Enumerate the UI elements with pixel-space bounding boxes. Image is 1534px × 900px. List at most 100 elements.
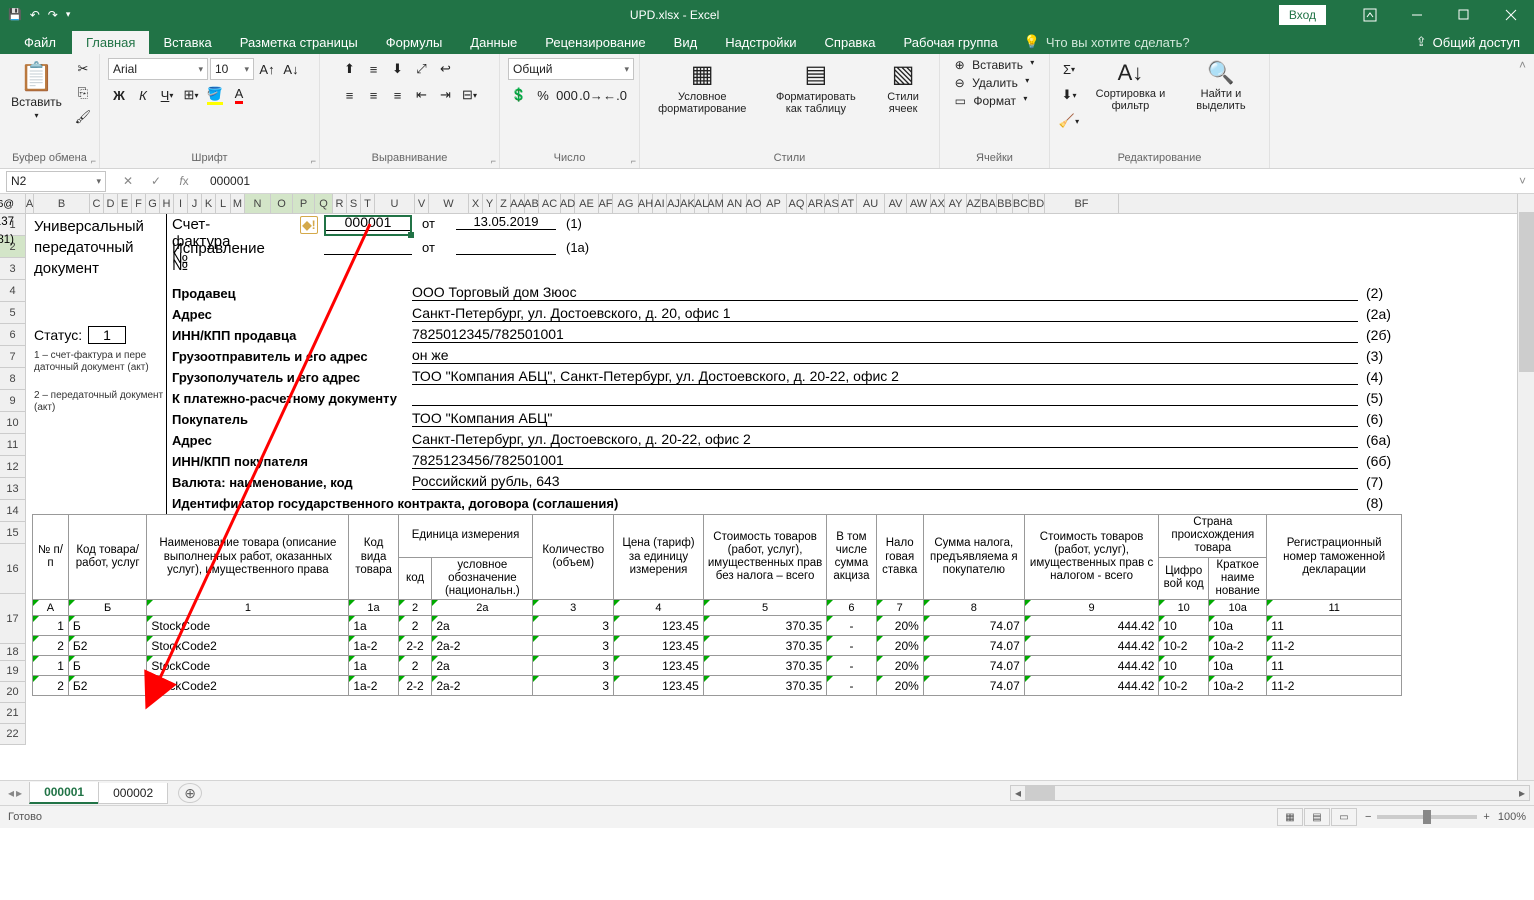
col-header-AY[interactable]: AY xyxy=(945,194,967,213)
close-button[interactable] xyxy=(1488,0,1534,29)
col-header-J[interactable]: J xyxy=(188,194,202,213)
col-header-K[interactable]: K xyxy=(202,194,216,213)
align-middle-button[interactable]: ≡ xyxy=(363,58,385,80)
col-header-D[interactable]: D xyxy=(104,194,118,213)
table-cell[interactable]: 2а-2 xyxy=(432,636,533,656)
table-cell[interactable]: 3 xyxy=(533,676,614,696)
align-left-button[interactable]: ≡ xyxy=(339,84,361,106)
table-cell[interactable]: 1 xyxy=(33,616,69,636)
view-page-break-button[interactable]: ▭ xyxy=(1331,808,1357,826)
row-header-18[interactable]: 18 xyxy=(0,644,26,661)
table-cell[interactable]: 2 xyxy=(33,636,69,656)
tab-view[interactable]: Вид xyxy=(660,31,712,54)
table-cell[interactable]: 2-2 xyxy=(398,676,432,696)
comma-button[interactable]: 000 xyxy=(556,84,578,106)
paste-button[interactable]: 📋 Вставить ▾ xyxy=(5,58,68,122)
redo-icon[interactable]: ↷ xyxy=(48,8,58,22)
col-header-AD[interactable]: AD xyxy=(561,194,575,213)
view-normal-button[interactable]: ▦ xyxy=(1277,808,1303,826)
inc-decimal-button[interactable]: .0→ xyxy=(580,84,602,106)
table-cell[interactable]: 74.07 xyxy=(923,676,1024,696)
table-cell[interactable]: 10а xyxy=(1208,656,1266,676)
table-cell[interactable]: 123.45 xyxy=(614,676,704,696)
cond-format-button[interactable]: ▦Условное форматирование xyxy=(648,58,757,117)
col-header-Q[interactable]: Q xyxy=(315,194,333,213)
table-cell[interactable]: 370.35 xyxy=(703,656,826,676)
table-cell[interactable]: 3 xyxy=(533,656,614,676)
tab-addins[interactable]: Надстройки xyxy=(711,31,810,54)
collapse-ribbon-button[interactable]: ˄ xyxy=(1511,54,1534,168)
copy-button[interactable]: ⎘ xyxy=(72,82,94,104)
row-header-13[interactable]: 13 xyxy=(0,478,26,500)
col-header-AS[interactable]: AS xyxy=(825,194,839,213)
row-header-15[interactable]: 15 xyxy=(0,522,26,544)
table-cell[interactable]: 10-2 xyxy=(1159,636,1209,656)
table-cell[interactable]: 10-2 xyxy=(1159,676,1209,696)
col-header-C[interactable]: C xyxy=(90,194,104,213)
col-header-E[interactable]: E xyxy=(118,194,132,213)
table-cell[interactable]: StockCode2 xyxy=(147,676,349,696)
dec-decimal-button[interactable]: ←.0 xyxy=(604,84,626,106)
table-cell[interactable]: - xyxy=(827,676,876,696)
table-cell[interactable]: 123.45 xyxy=(614,636,704,656)
minimize-button[interactable] xyxy=(1394,0,1440,29)
table-cell[interactable]: 444.42 xyxy=(1024,676,1159,696)
row-header-4[interactable]: 4 xyxy=(0,280,26,302)
table-cell[interactable]: 1а-2 xyxy=(349,676,398,696)
col-header-AW[interactable]: AW xyxy=(907,194,931,213)
table-cell[interactable]: 74.07 xyxy=(923,616,1024,636)
fill-color-button[interactable]: 🪣 xyxy=(204,84,226,106)
font-name-combo[interactable]: Arial▾ xyxy=(108,58,208,80)
col-header-BF[interactable]: BF xyxy=(1045,194,1119,213)
table-cell[interactable]: - xyxy=(827,656,876,676)
tab-data[interactable]: Данные xyxy=(456,31,531,54)
row-header-3[interactable]: 3 xyxy=(0,258,26,280)
tab-layout[interactable]: Разметка страницы xyxy=(226,31,372,54)
table-cell[interactable]: 20% xyxy=(876,676,923,696)
col-header-AE[interactable]: AE xyxy=(575,194,599,213)
table-cell[interactable]: 11-2 xyxy=(1267,676,1402,696)
row-header-16[interactable]: 16 xyxy=(0,544,26,594)
table-cell[interactable]: Б2 xyxy=(68,676,147,696)
insert-cells-button[interactable]: ⊕ Вставить ▾ xyxy=(955,58,1035,72)
col-header-O[interactable]: O xyxy=(271,194,293,213)
col-header-P[interactable]: P xyxy=(293,194,315,213)
table-cell[interactable]: 20% xyxy=(876,616,923,636)
zoom-in-button[interactable]: + xyxy=(1483,811,1489,823)
table-cell[interactable]: 444.42 xyxy=(1024,656,1159,676)
table-cell[interactable]: 10а xyxy=(1208,616,1266,636)
formula-input[interactable]: 000001 xyxy=(202,174,1511,188)
col-header-X[interactable]: X xyxy=(469,194,483,213)
row-header-21[interactable]: 21 xyxy=(0,703,26,724)
find-select-button[interactable]: 🔍Найти и выделить xyxy=(1181,58,1261,114)
maximize-button[interactable] xyxy=(1441,0,1487,29)
col-header-AK[interactable]: AK xyxy=(681,194,695,213)
table-cell[interactable]: 370.35 xyxy=(703,676,826,696)
col-header-B[interactable]: B xyxy=(34,194,90,213)
table-cell[interactable]: 10 xyxy=(1159,656,1209,676)
tab-home[interactable]: Главная xyxy=(72,31,149,54)
table-cell[interactable]: 123.45 xyxy=(614,656,704,676)
clipboard-launcher-icon[interactable]: ⌐ xyxy=(91,156,96,166)
format-painter-button[interactable]: 🖌 xyxy=(72,106,94,128)
accounting-button[interactable]: 💲 xyxy=(508,84,530,106)
zoom-out-button[interactable]: − xyxy=(1365,811,1371,823)
shrink-font-button[interactable]: A↓ xyxy=(280,58,302,80)
merge-button[interactable]: ⊟▾ xyxy=(459,84,481,106)
indent-dec-button[interactable]: ⇤ xyxy=(411,84,433,106)
col-header-AC[interactable]: AC xyxy=(539,194,561,213)
col-header-BB[interactable]: BB xyxy=(997,194,1013,213)
sheet-nav-prev-icon[interactable]: ◂ xyxy=(8,786,14,800)
font-color-button[interactable]: A xyxy=(228,84,250,106)
table-cell[interactable]: 1а xyxy=(349,616,398,636)
table-cell[interactable]: 1а-2 xyxy=(349,636,398,656)
row-header-14[interactable]: 14 xyxy=(0,500,26,522)
table-cell[interactable]: 10а-2 xyxy=(1208,676,1266,696)
col-header-AG[interactable]: AG xyxy=(613,194,639,213)
italic-button[interactable]: К xyxy=(132,84,154,106)
col-header-AR[interactable]: AR xyxy=(807,194,825,213)
col-header-U[interactable]: U xyxy=(375,194,415,213)
col-header-BA[interactable]: BA xyxy=(981,194,997,213)
table-cell[interactable]: 3 xyxy=(533,616,614,636)
grow-font-button[interactable]: A↑ xyxy=(256,58,278,80)
